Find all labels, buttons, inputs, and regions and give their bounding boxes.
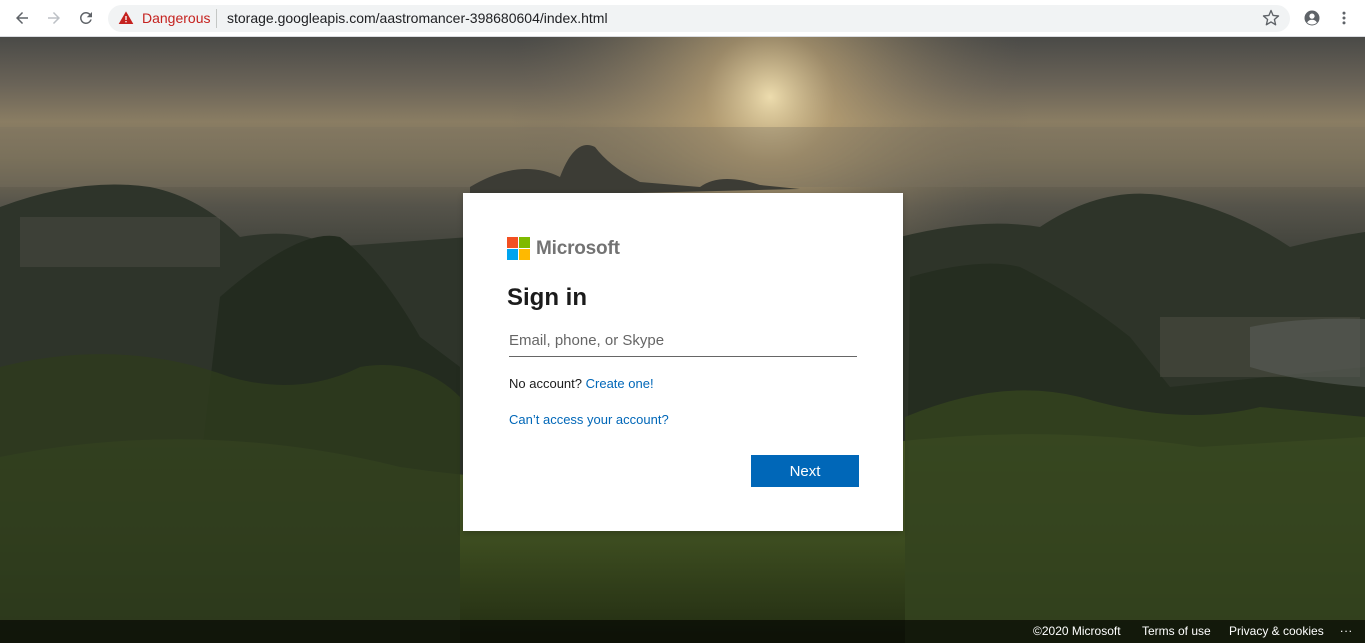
footer-privacy-link[interactable]: Privacy & cookies (1229, 624, 1324, 639)
reload-icon[interactable] (75, 7, 97, 29)
warning-triangle-icon[interactable] (118, 10, 134, 26)
brand-name: Microsoft (536, 238, 620, 259)
omnibox-divider (216, 9, 217, 28)
email-input[interactable] (509, 329, 857, 357)
kebab-menu-icon[interactable] (1333, 7, 1355, 29)
microsoft-logo: Microsoft (507, 237, 620, 260)
footer: ©2020 Microsoft Terms of use Privacy & c… (0, 620, 1365, 643)
forward-arrow-icon[interactable] (43, 7, 65, 29)
next-button[interactable]: Next (751, 455, 859, 487)
footer-terms-link[interactable]: Terms of use (1142, 624, 1211, 639)
url-text[interactable]: storage.googleapis.com/aastromancer-3986… (227, 10, 608, 27)
signin-card: Microsoft Sign in No account? Create one… (463, 193, 903, 531)
create-account-link[interactable]: Create one! (586, 376, 654, 391)
footer-more-icon[interactable]: ... (1340, 621, 1353, 636)
back-arrow-icon[interactable] (11, 7, 33, 29)
no-account-row: No account? Create one! (509, 376, 654, 392)
security-status-label[interactable]: Dangerous (142, 10, 211, 27)
background-landscape: Microsoft Sign in No account? Create one… (0, 37, 1365, 643)
cant-access-account-link[interactable]: Can’t access your account? (509, 412, 669, 428)
footer-copyright: ©2020 Microsoft (1033, 624, 1121, 638)
account-icon[interactable] (1301, 7, 1323, 29)
no-account-text: No account? (509, 376, 582, 391)
star-icon[interactable] (1262, 9, 1280, 27)
address-bar[interactable]: Dangerous storage.googleapis.com/aastrom… (108, 5, 1290, 32)
browser-toolbar: Dangerous storage.googleapis.com/aastrom… (0, 0, 1365, 37)
page-title: Sign in (507, 284, 587, 311)
microsoft-logo-icon (507, 237, 530, 260)
